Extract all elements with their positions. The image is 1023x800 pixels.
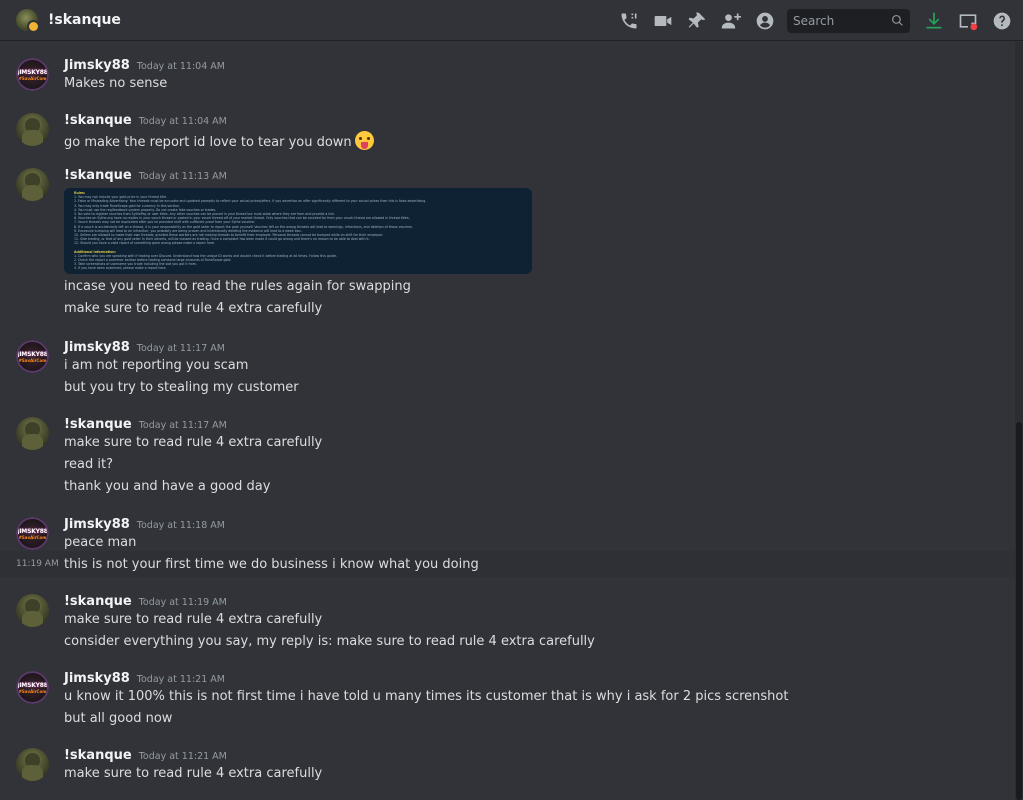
add-friend-icon[interactable]	[719, 9, 743, 33]
avatar[interactable]	[16, 113, 49, 146]
username[interactable]: !skanque	[64, 594, 132, 609]
message-text: this is not your first time we do busine…	[64, 557, 479, 572]
username[interactable]: Jimsky88	[64, 671, 130, 686]
call-icon[interactable]	[617, 9, 641, 33]
hover-timestamp: 11:19 AM	[16, 559, 59, 569]
avatar[interactable]	[16, 168, 49, 201]
message-text: Makes no sense	[64, 76, 168, 91]
timestamp: Today at 11:13 AM	[138, 171, 227, 182]
avatar[interactable]: JIMSKY88 #SavAirCom	[16, 671, 49, 704]
message-text: make sure to read rule 4 extra carefully	[64, 612, 323, 627]
message-text: go make the report id love to tear you d…	[64, 131, 374, 150]
message-text: make sure to read rule 4 extra carefully	[64, 301, 323, 316]
inbox-icon[interactable]	[956, 9, 980, 33]
message-text: thank you and have a good day	[64, 479, 271, 494]
avatar[interactable]	[16, 748, 49, 781]
timestamp: Today at 11:17 AM	[138, 420, 227, 431]
pin-icon[interactable]	[685, 9, 709, 33]
help-icon[interactable]	[990, 9, 1014, 33]
username[interactable]: !skanque	[64, 417, 132, 432]
face-with-tongue-icon	[354, 131, 374, 150]
timestamp: Today at 11:21 AM	[138, 751, 227, 762]
scrollbar-thumb[interactable]	[1016, 422, 1022, 800]
username[interactable]: Jimsky88	[64, 58, 130, 73]
header-toolbar: Search	[617, 0, 1023, 41]
message-scrollbar[interactable]	[1015, 42, 1023, 800]
search-placeholder: Search	[793, 13, 835, 28]
search-input[interactable]: Search	[787, 8, 910, 33]
username[interactable]: !skanque	[64, 748, 132, 763]
message-text: consider everything you say, my reply is…	[64, 634, 595, 649]
avatar[interactable]	[16, 417, 49, 450]
download-icon[interactable]	[922, 9, 946, 33]
timestamp: Today at 11:04 AM	[136, 61, 225, 72]
message-text: incase you need to read the rules again …	[64, 279, 411, 294]
avatar[interactable]: JIMSKY88 #SavAirCom	[16, 517, 49, 550]
video-icon[interactable]	[651, 9, 675, 33]
timestamp: Today at 11:17 AM	[136, 343, 225, 354]
message-text: u know it 100% this is not first time i …	[64, 689, 789, 704]
timestamp: Today at 11:18 AM	[136, 520, 225, 531]
timestamp: Today at 11:04 AM	[138, 116, 227, 127]
channel-header: !skanque Search	[0, 0, 1023, 41]
message-text: read it?	[64, 457, 114, 472]
username[interactable]: !skanque	[64, 113, 132, 128]
search-icon	[892, 15, 903, 26]
avatar[interactable]: JIMSKY88 #SavAirCom	[16, 58, 49, 91]
channel-title[interactable]: !skanque	[48, 12, 121, 28]
message-text: but you try to stealing my customer	[64, 380, 299, 395]
message-text: make sure to read rule 4 extra carefully	[64, 766, 323, 781]
message-list[interactable]: JIMSKY88 #SavAirCom Jimsky88 Today at 11…	[0, 42, 1015, 800]
username[interactable]: Jimsky88	[64, 517, 130, 532]
message-text: i am not reporting you scam	[64, 358, 249, 373]
avatar[interactable]: JIMSKY88 #SavAirCom	[16, 340, 49, 373]
timestamp: Today at 11:21 AM	[136, 674, 225, 685]
username[interactable]: !skanque	[64, 168, 132, 183]
rules-screenshot-image[interactable]: Rules: 1. You may not include your gold …	[64, 188, 532, 274]
profile-icon[interactable]	[753, 9, 777, 33]
message-text: but all good now	[64, 711, 173, 726]
username[interactable]: Jimsky88	[64, 340, 130, 355]
message-text: make sure to read rule 4 extra carefully	[64, 435, 323, 450]
avatar[interactable]	[16, 594, 49, 627]
dm-avatar[interactable]	[16, 9, 40, 33]
timestamp: Today at 11:19 AM	[138, 597, 227, 608]
message-text: peace man	[64, 535, 137, 550]
